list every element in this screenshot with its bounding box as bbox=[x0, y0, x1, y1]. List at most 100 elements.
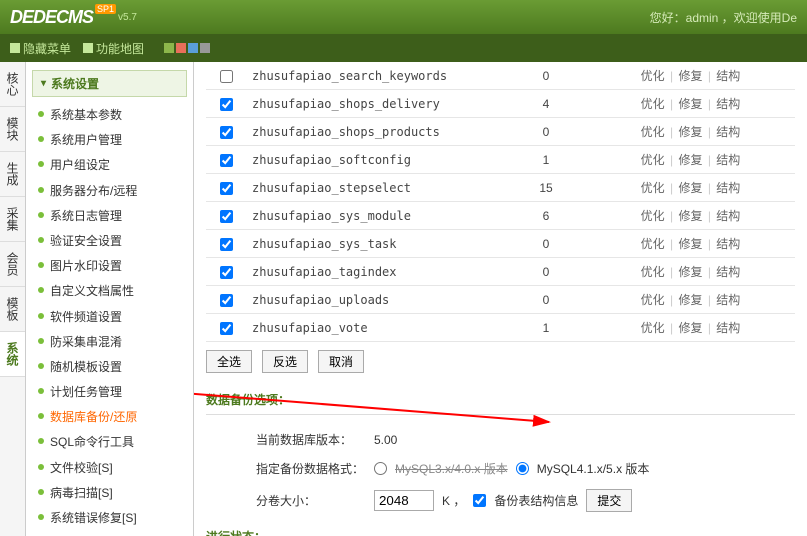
optimize-link[interactable]: 优化 bbox=[641, 265, 665, 279]
vertical-tabs: 核心模块生成采集会员模板系统 bbox=[0, 62, 26, 536]
row-checkbox[interactable] bbox=[220, 238, 233, 251]
menu-item[interactable]: 自定义文档属性 bbox=[32, 279, 187, 304]
format-row: 指定备份数据格式： MySQL3.x/4.0.x 版本 MySQL4.1.x/5… bbox=[206, 454, 795, 483]
row-checkbox[interactable] bbox=[220, 182, 233, 195]
table-row: zhusufapiao_shops_delivery4优化 | 修复 | 结构 bbox=[206, 90, 795, 118]
structure-link[interactable]: 结构 bbox=[716, 293, 740, 307]
structure-link[interactable]: 结构 bbox=[716, 69, 740, 83]
select-all-button[interactable]: 全选 bbox=[206, 350, 252, 373]
backup-struct-checkbox[interactable] bbox=[473, 494, 486, 507]
menu-item[interactable]: 图片水印设置 bbox=[32, 254, 187, 279]
menu-item[interactable]: 服务器分布/远程 bbox=[32, 179, 187, 204]
menu-item[interactable]: 文件校验[S] bbox=[32, 456, 187, 481]
repair-link[interactable]: 修复 bbox=[678, 181, 702, 195]
menu-item[interactable]: 系统用户管理 bbox=[32, 128, 187, 153]
vtab-会员[interactable]: 会员 bbox=[0, 242, 25, 287]
repair-link[interactable]: 修复 bbox=[678, 153, 702, 167]
menu-item[interactable]: SQL命令行工具 bbox=[32, 430, 187, 455]
repair-link[interactable]: 修复 bbox=[678, 97, 702, 111]
ops-cell: 优化 | 修复 | 结构 bbox=[586, 314, 795, 342]
theme-colors bbox=[164, 43, 210, 53]
menu-item[interactable]: 数据库备份/还原 bbox=[32, 405, 187, 430]
menu-item[interactable]: 软件频道设置 bbox=[32, 305, 187, 330]
optimize-link[interactable]: 优化 bbox=[641, 153, 665, 167]
menu-item[interactable]: 随机模板设置 bbox=[32, 355, 187, 380]
row-checkbox[interactable] bbox=[220, 70, 233, 83]
structure-link[interactable]: 结构 bbox=[716, 209, 740, 223]
menu-item[interactable]: 防采集串混淆 bbox=[32, 330, 187, 355]
ops-cell: 优化 | 修复 | 结构 bbox=[586, 286, 795, 314]
table-row: zhusufapiao_search_keywords0优化 | 修复 | 结构 bbox=[206, 62, 795, 90]
vtab-模板[interactable]: 模板 bbox=[0, 287, 25, 332]
repair-link[interactable]: 修复 bbox=[678, 265, 702, 279]
repair-link[interactable]: 修复 bbox=[678, 321, 702, 335]
db-table: zhusufapiao_search_keywords0优化 | 修复 | 结构… bbox=[206, 62, 795, 342]
table-row: zhusufapiao_shops_products0优化 | 修复 | 结构 bbox=[206, 118, 795, 146]
row-checkbox[interactable] bbox=[220, 210, 233, 223]
structure-link[interactable]: 结构 bbox=[716, 321, 740, 335]
invert-button[interactable]: 反选 bbox=[262, 350, 308, 373]
header: DEDECMS SP1 v5.7 您好：admin ，欢迎使用De bbox=[0, 0, 807, 34]
optimize-link[interactable]: 优化 bbox=[641, 321, 665, 335]
theme-gray[interactable] bbox=[200, 43, 210, 53]
vtab-模块[interactable]: 模块 bbox=[0, 107, 25, 152]
menu-item[interactable]: 系统错误修复[S] bbox=[32, 506, 187, 531]
optimize-link[interactable]: 优化 bbox=[641, 181, 665, 195]
menu-item[interactable]: 计划任务管理 bbox=[32, 380, 187, 405]
db-version-value: 5.00 bbox=[374, 433, 397, 447]
structure-link[interactable]: 结构 bbox=[716, 125, 740, 139]
optimize-link[interactable]: 优化 bbox=[641, 237, 665, 251]
format-radio-1[interactable] bbox=[374, 462, 387, 475]
row-checkbox[interactable] bbox=[220, 294, 233, 307]
submit-button[interactable]: 提交 bbox=[586, 489, 632, 512]
repair-link[interactable]: 修复 bbox=[678, 209, 702, 223]
table-name: zhusufapiao_shops_products bbox=[246, 118, 506, 146]
row-checkbox[interactable] bbox=[220, 154, 233, 167]
structure-link[interactable]: 结构 bbox=[716, 265, 740, 279]
structure-link[interactable]: 结构 bbox=[716, 181, 740, 195]
site-map-button[interactable]: 功能地图 bbox=[83, 40, 144, 57]
repair-link[interactable]: 修复 bbox=[678, 125, 702, 139]
repair-link[interactable]: 修复 bbox=[678, 293, 702, 307]
vtab-核心[interactable]: 核心 bbox=[0, 62, 25, 107]
repair-link[interactable]: 修复 bbox=[678, 69, 702, 83]
menu-list: 系统基本参数系统用户管理用户组设定服务器分布/远程系统日志管理验证安全设置图片水… bbox=[32, 101, 187, 536]
optimize-link[interactable]: 优化 bbox=[641, 209, 665, 223]
theme-red[interactable] bbox=[176, 43, 186, 53]
format-radio-2[interactable] bbox=[516, 462, 529, 475]
menu-item[interactable]: 病毒扫描[S] bbox=[32, 481, 187, 506]
db-version-row: 当前数据库版本： 5.00 bbox=[206, 425, 795, 454]
optimize-link[interactable]: 优化 bbox=[641, 125, 665, 139]
toolbar: 隐藏菜单 功能地图 bbox=[0, 34, 807, 62]
chunk-input[interactable] bbox=[374, 490, 434, 511]
menu-item[interactable]: 用户组设定 bbox=[32, 153, 187, 178]
table-name: zhusufapiao_sys_task bbox=[246, 230, 506, 258]
record-count: 0 bbox=[506, 62, 586, 90]
theme-green[interactable] bbox=[164, 43, 174, 53]
structure-link[interactable]: 结构 bbox=[716, 97, 740, 111]
cancel-button[interactable]: 取消 bbox=[318, 350, 364, 373]
table-row: zhusufapiao_tagindex0优化 | 修复 | 结构 bbox=[206, 258, 795, 286]
panel-title[interactable]: 系统设置 bbox=[32, 70, 187, 97]
row-checkbox[interactable] bbox=[220, 126, 233, 139]
ops-cell: 优化 | 修复 | 结构 bbox=[586, 146, 795, 174]
menu-item[interactable]: 系统基本参数 bbox=[32, 103, 187, 128]
vtab-采集[interactable]: 采集 bbox=[0, 197, 25, 242]
menu-item[interactable]: 系统日志管理 bbox=[32, 204, 187, 229]
map-icon bbox=[83, 43, 93, 53]
repair-link[interactable]: 修复 bbox=[678, 237, 702, 251]
vtab-系统[interactable]: 系统 bbox=[0, 332, 25, 377]
optimize-link[interactable]: 优化 bbox=[641, 97, 665, 111]
hide-menu-button[interactable]: 隐藏菜单 bbox=[10, 40, 71, 57]
optimize-link[interactable]: 优化 bbox=[641, 69, 665, 83]
logo: DEDECMS bbox=[10, 7, 93, 28]
row-checkbox[interactable] bbox=[220, 266, 233, 279]
vtab-生成[interactable]: 生成 bbox=[0, 152, 25, 197]
menu-item[interactable]: 验证安全设置 bbox=[32, 229, 187, 254]
theme-blue[interactable] bbox=[188, 43, 198, 53]
row-checkbox[interactable] bbox=[220, 98, 233, 111]
row-checkbox[interactable] bbox=[220, 322, 233, 335]
structure-link[interactable]: 结构 bbox=[716, 237, 740, 251]
optimize-link[interactable]: 优化 bbox=[641, 293, 665, 307]
structure-link[interactable]: 结构 bbox=[716, 153, 740, 167]
